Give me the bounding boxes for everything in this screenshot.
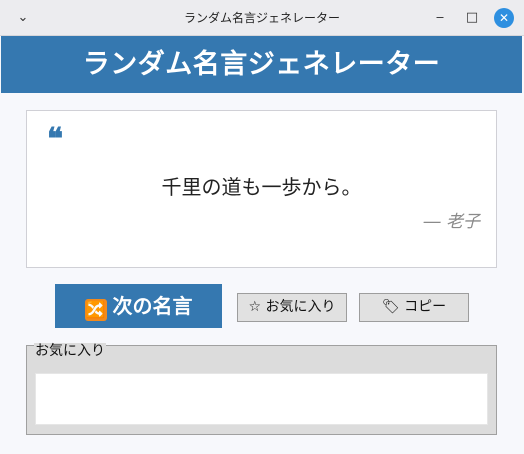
quote-card: ❝ 千里の道も一歩から。 ― 老子 [26,110,497,268]
next-quote-label: 次の名言 [112,294,193,318]
page-title: ランダム名言ジェネレーター [82,49,441,80]
favorites-list[interactable] [35,373,488,425]
quote-mark-icon: ❝ [47,122,64,157]
next-quote-button[interactable]: 🔀 次の名言 [55,284,222,328]
close-icon[interactable]: ✕ [494,8,514,28]
favorites-group-label: お気に入り [34,343,106,359]
header-banner: ランダム名言ジェネレーター [1,36,522,93]
window-titlebar: ⌄ ランダム名言ジェネレーター ‒ □ ✕ [0,0,524,36]
shuffle-icon: 🔀 [84,299,107,321]
add-favorite-label: ☆ お気に入り [248,299,336,315]
maximize-icon[interactable]: □ [463,9,481,27]
copy-button[interactable]: 🏷 コピー [359,293,469,322]
add-favorite-button[interactable]: ☆ お気に入り [237,293,347,322]
quote-author: ― 老子 [423,212,480,232]
copy-label: 🏷 コピー [381,299,447,315]
minimize-icon[interactable]: ‒ [431,9,449,27]
quote-text: 千里の道も一歩から。 [161,175,362,199]
